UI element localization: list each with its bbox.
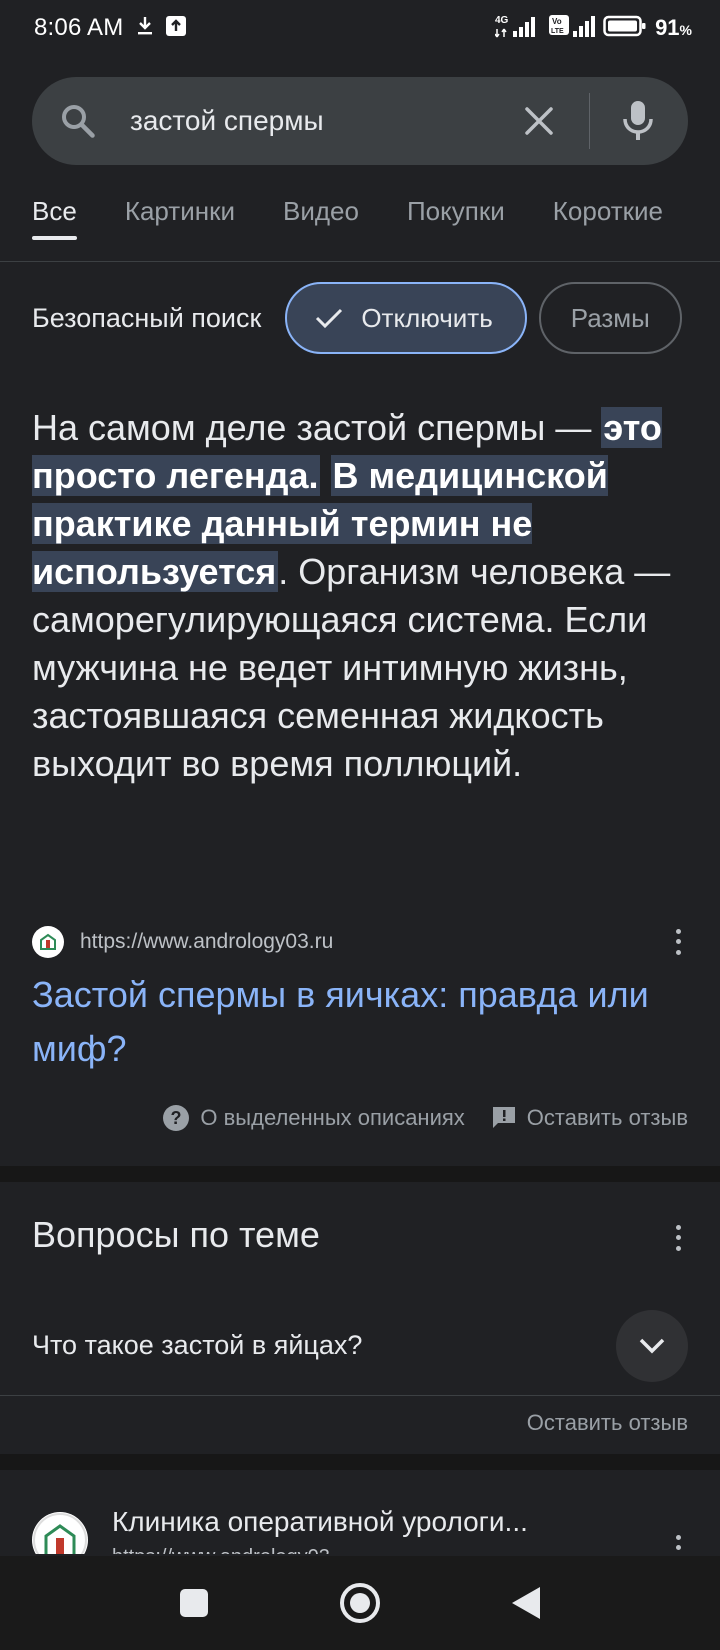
search-tabs: Все Картинки Видео Покупки Короткие bbox=[0, 186, 720, 262]
battery-percent: 91% bbox=[655, 15, 692, 40]
section-separator bbox=[0, 1166, 720, 1182]
circle-icon bbox=[340, 1583, 380, 1623]
search-input[interactable]: застой спермы bbox=[130, 105, 519, 137]
help-icon: ? bbox=[163, 1105, 190, 1131]
back-button[interactable] bbox=[502, 1579, 550, 1627]
voice-search-button[interactable] bbox=[618, 101, 658, 141]
safe-search-off-chip[interactable]: Отключить bbox=[285, 282, 527, 354]
tab-shorts[interactable]: Короткие bbox=[553, 186, 663, 261]
more-vert-icon[interactable] bbox=[668, 1222, 688, 1254]
feedback-icon bbox=[492, 1107, 515, 1128]
upload-icon bbox=[165, 15, 187, 42]
related-question-item[interactable]: Что такое застой в яйцах? bbox=[0, 1296, 720, 1396]
svg-text:4G: 4G bbox=[495, 15, 509, 26]
about-snippets-link[interactable]: ? О выделенных описаниях bbox=[162, 1104, 465, 1132]
snippet-source[interactable]: https://www.andrology03.ru bbox=[32, 922, 688, 962]
triangle-back-icon bbox=[512, 1587, 540, 1619]
expand-button[interactable] bbox=[616, 1309, 688, 1382]
volte-icon: Vo LTE bbox=[549, 13, 596, 44]
source-url[interactable]: https://www.andrology03.ru bbox=[80, 930, 333, 954]
search-icon[interactable] bbox=[58, 101, 98, 141]
clear-button[interactable] bbox=[519, 101, 559, 141]
result-title-link[interactable]: Застой спермы в яичках: правда или миф? bbox=[32, 968, 688, 1076]
status-bar: 8:06 AM 4G Vo LTE 91% bbox=[0, 0, 720, 56]
safe-search-row: Безопасный поиск Отключить Размы bbox=[0, 282, 720, 354]
check-icon bbox=[316, 308, 343, 329]
close-icon bbox=[525, 107, 553, 135]
search-bar[interactable]: застой спермы bbox=[32, 77, 688, 165]
snippet-footer: ? О выделенных описаниях Оставить отзыв bbox=[162, 1098, 688, 1138]
site-favicon bbox=[32, 1512, 88, 1554]
system-nav-bar bbox=[0, 1556, 720, 1650]
tab-images[interactable]: Картинки bbox=[125, 186, 235, 261]
safe-search-label: Безопасный поиск bbox=[32, 302, 262, 333]
battery-icon bbox=[603, 14, 647, 43]
related-feedback-link[interactable]: Оставить отзыв bbox=[527, 1410, 688, 1436]
more-vert-icon[interactable] bbox=[668, 926, 688, 958]
safe-search-off-label: Отключить bbox=[361, 302, 493, 333]
related-questions-title: Вопросы по теме bbox=[32, 1214, 320, 1255]
featured-snippet-text: На самом деле застой спермы — это просто… bbox=[32, 407, 671, 784]
section-separator bbox=[0, 1454, 720, 1470]
download-icon bbox=[135, 15, 155, 42]
home-button[interactable] bbox=[336, 1579, 384, 1627]
search-divider bbox=[589, 93, 590, 149]
svg-text:?: ? bbox=[171, 1108, 182, 1128]
square-icon bbox=[180, 1589, 208, 1617]
tab-video[interactable]: Видео bbox=[283, 186, 359, 261]
recents-button[interactable] bbox=[170, 1579, 218, 1627]
more-vert-icon[interactable] bbox=[668, 1532, 688, 1554]
safe-search-blur-chip[interactable]: Размы bbox=[538, 282, 682, 354]
search-result[interactable]: Клиника оперативной урологи... https://w… bbox=[0, 1470, 720, 1554]
status-time: 8:06 AM bbox=[34, 14, 124, 41]
tab-all[interactable]: Все bbox=[32, 186, 77, 261]
result-title[interactable]: Клиника оперативной урологи... bbox=[112, 1506, 528, 1538]
svg-text:LTE: LTE bbox=[551, 28, 564, 35]
svg-text:Vo: Vo bbox=[552, 17, 562, 26]
mic-icon bbox=[623, 101, 653, 140]
related-question-text: Что такое застой в яйцах? bbox=[32, 1330, 363, 1360]
tab-shopping[interactable]: Покупки bbox=[407, 186, 505, 261]
chevron-down-icon bbox=[639, 1338, 665, 1353]
result-url: https://www.andrology03... bbox=[112, 1546, 347, 1554]
signal-icon: 4G bbox=[494, 13, 541, 44]
site-favicon bbox=[32, 926, 64, 958]
feedback-link[interactable]: Оставить отзыв bbox=[491, 1105, 688, 1131]
